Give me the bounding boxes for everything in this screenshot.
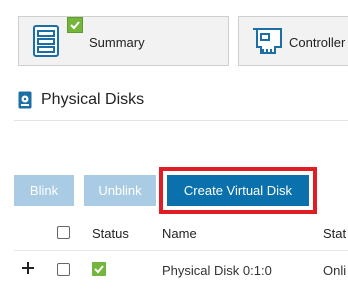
check-icon xyxy=(67,17,83,33)
table-divider xyxy=(14,250,348,251)
column-header-state[interactable]: Stat xyxy=(323,226,346,241)
physical-disk-icon xyxy=(18,91,32,114)
tab-summary[interactable]: Summary xyxy=(18,16,229,66)
check-icon xyxy=(92,262,106,276)
disk-name[interactable]: Physical Disk 0:1:0 xyxy=(162,263,272,278)
column-header-name[interactable]: Name xyxy=(162,226,197,241)
page-title: Physical Disks xyxy=(41,91,145,108)
server-list-icon xyxy=(33,25,59,62)
column-header-status[interactable]: Status xyxy=(92,226,129,241)
select-all-checkbox[interactable] xyxy=(57,226,70,239)
row-checkbox[interactable] xyxy=(57,263,70,276)
unblink-button[interactable]: Unblink xyxy=(84,175,156,206)
disk-state: Onli xyxy=(323,263,347,278)
blink-button[interactable]: Blink xyxy=(14,175,74,206)
tab-controllers[interactable]: Controller xyxy=(238,16,348,66)
expand-row-icon[interactable] xyxy=(21,259,35,279)
tab-controllers-label: Controller xyxy=(289,35,346,50)
tab-summary-label: Summary xyxy=(89,35,145,50)
controller-card-icon xyxy=(251,27,285,60)
section-divider xyxy=(14,120,348,121)
create-virtual-disk-button[interactable]: Create Virtual Disk xyxy=(167,175,309,206)
